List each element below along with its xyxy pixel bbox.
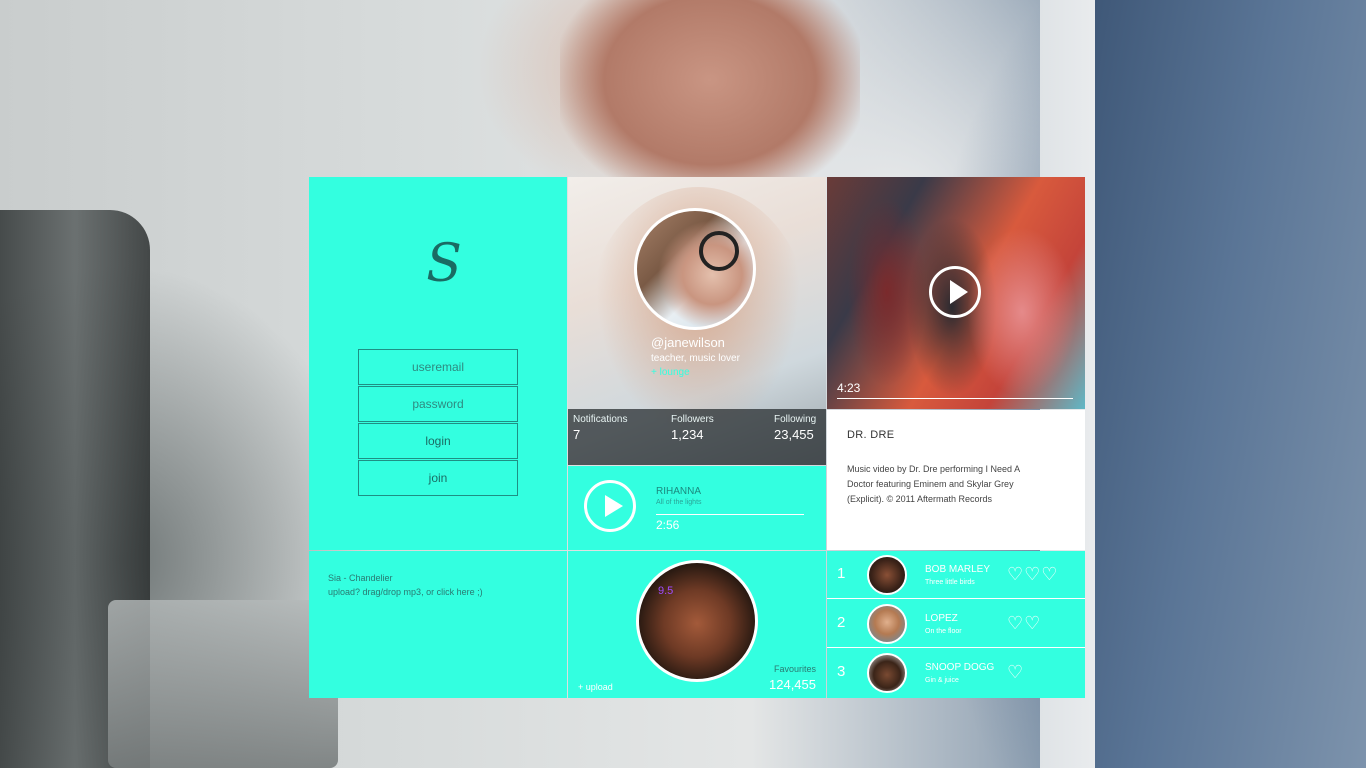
favourites-label: Favourites [773, 664, 816, 674]
video-frame [967, 227, 1077, 397]
heart-icon[interactable]: ♡ [1007, 663, 1024, 681]
chart-row[interactable]: 2 LOPEZ On the floor ♡♡ [827, 600, 1085, 648]
chart-song: On the floor [925, 628, 962, 635]
heart-icon[interactable]: ♡♡♡ [1007, 565, 1058, 583]
chart-rank: 2 [837, 614, 846, 631]
player-artist: RIHANNA [656, 486, 702, 497]
player-time: 2:56 [656, 518, 680, 532]
join-button[interactable]: join [358, 460, 518, 496]
now-playing-tile: RIHANNA All of the lights 2:56 [568, 466, 826, 550]
stat-followers[interactable]: Followers 1,234 [671, 414, 714, 442]
chart-artist: BOB MARLEY [925, 564, 991, 575]
chart-song: Gin & juice [925, 677, 959, 684]
artist-avatar [867, 555, 907, 595]
login-button[interactable]: login [358, 423, 518, 459]
chart-artist: LOPEZ [925, 613, 958, 624]
lounge-link[interactable]: + lounge [651, 367, 690, 378]
upload-tile[interactable]: Sia - Chandelier upload? drag/drop mp3, … [309, 551, 567, 698]
artist-avatar [867, 653, 907, 693]
top-chart-tile: 1 BOB MARLEY Three little birds ♡♡♡ 2 LO… [827, 551, 1085, 698]
background-jacket [1095, 0, 1366, 768]
favourite-artist-avatar[interactable] [636, 560, 758, 682]
chart-artist: SNOOP DOGG [925, 662, 995, 673]
password-field[interactable] [358, 386, 518, 422]
artist-avatar [867, 604, 907, 644]
music-app: S login join Sia - Chandelier upload? dr… [309, 177, 1085, 698]
chart-row[interactable]: 1 BOB MARLEY Three little birds ♡♡♡ [827, 551, 1085, 599]
stat-value: 7 [573, 427, 581, 442]
progress-bar[interactable] [656, 514, 804, 515]
headphones-icon [699, 231, 739, 271]
stat-label: Following [774, 414, 817, 425]
profile-tile: @janewilson teacher, music lover + loung… [568, 177, 826, 465]
email-field[interactable] [358, 349, 518, 385]
profile-bio: teacher, music lover [651, 353, 740, 364]
current-track: Sia - Chandelier [328, 573, 393, 583]
video-play-icon[interactable] [929, 266, 981, 318]
chart-song: Three little birds [925, 579, 975, 586]
stat-label: Notifications [573, 414, 628, 425]
profile-avatar[interactable] [634, 208, 756, 330]
stat-label: Followers [671, 414, 714, 425]
chart-rank: 3 [837, 663, 846, 680]
profile-stats: Notifications 7 Followers 1,234 Followin… [568, 409, 826, 465]
profile-username[interactable]: @janewilson [651, 335, 725, 350]
video-description: Music video by Dr. Dre performing I Need… [847, 464, 1020, 504]
background-hand [560, 0, 860, 200]
video-description-tile: DR. DRE Music video by Dr. Dre performin… [827, 410, 1085, 550]
heart-icon[interactable]: ♡♡ [1007, 614, 1041, 632]
chart-row[interactable]: 3 SNOOP DOGG Gin & juice ♡ [827, 649, 1085, 697]
chart-rank: 1 [837, 565, 846, 582]
stat-value: 1,234 [671, 427, 704, 442]
stat-following[interactable]: Following 23,455 [774, 414, 816, 442]
favourite-score: 9.5 [658, 585, 674, 597]
video-duration: 4:23 [837, 381, 861, 395]
play-icon[interactable] [584, 480, 636, 532]
video-title: DR. DRE [847, 429, 895, 441]
stat-notifications[interactable]: Notifications 7 [573, 414, 627, 442]
favourites-count: 124,455 [769, 677, 816, 692]
favourites-tile: 9.5 + upload Favourites 124,455 [568, 551, 826, 698]
video-tile[interactable]: 4:23 [827, 177, 1085, 409]
player-song: All of the lights [656, 499, 702, 506]
background-jar [108, 600, 338, 768]
stat-value: 23,455 [774, 427, 814, 442]
video-progress-bar[interactable] [837, 398, 1073, 399]
upload-hint[interactable]: upload? drag/drop mp3, or click here ;) [328, 585, 483, 599]
upload-link[interactable]: + upload [578, 682, 613, 692]
app-logo: S [426, 234, 462, 294]
login-tile: S login join [309, 177, 567, 550]
